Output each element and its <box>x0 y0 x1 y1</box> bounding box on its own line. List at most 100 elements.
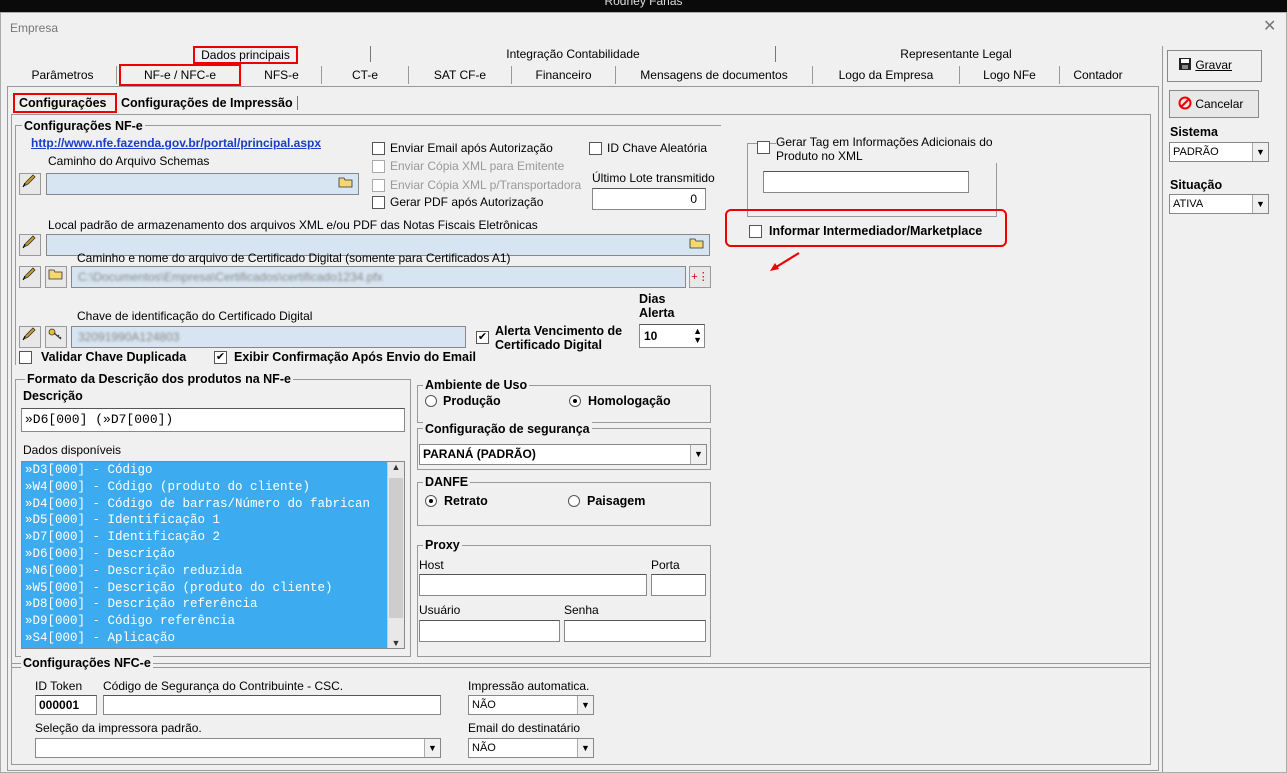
tab-financeiro[interactable]: Financeiro <box>512 66 616 84</box>
list-item[interactable]: »S4[000] - Aplicação <box>22 630 404 647</box>
intermediador-checkbox[interactable] <box>749 225 762 238</box>
usuario-input[interactable] <box>419 620 560 642</box>
list-item[interactable]: »D5[000] - Identificação 1 <box>22 512 404 529</box>
exibir-confirmacao-checkbox[interactable]: ✔ <box>214 351 227 364</box>
scroll-up-icon[interactable]: ▲ <box>388 462 404 472</box>
email-dest-value: NÃO <box>472 742 496 754</box>
list-item[interactable]: »D8[000] - Descrição referência <box>22 596 404 613</box>
dias-alerta-spinner[interactable]: 10 ▲ ▼ <box>639 324 705 348</box>
cert-select-icon[interactable]: +⋮ <box>689 266 711 288</box>
retrato-radio[interactable] <box>425 495 437 507</box>
open-cert-button[interactable] <box>45 266 67 288</box>
tab-sat-cfe[interactable]: SAT CF-e <box>409 66 512 84</box>
tab-nfse[interactable]: NFS-e <box>242 66 322 84</box>
descricao-input[interactable]: »D6[000] (»D7[000]) <box>21 408 405 432</box>
retrato-label: Retrato <box>444 494 488 508</box>
impressao-label: Impressão automatica. <box>468 679 590 693</box>
edit-schema-button[interactable] <box>19 173 41 195</box>
folder-icon[interactable] <box>335 175 357 193</box>
chevron-down-icon[interactable]: ▼ <box>1252 195 1268 213</box>
host-input[interactable] <box>419 574 647 596</box>
pencil-icon <box>22 174 36 188</box>
window-title: Empresa <box>10 21 59 35</box>
impressao-select[interactable]: NÃO ▼ <box>468 695 594 715</box>
chevron-down-icon[interactable]: ▼ <box>690 445 706 464</box>
id-token-input[interactable]: 000001 <box>35 695 97 715</box>
tab-integracao[interactable]: Integração Contabilidade <box>371 46 776 62</box>
key-input[interactable]: 32091990A124803 <box>71 326 466 348</box>
chevron-down-icon[interactable]: ▼ <box>577 739 593 757</box>
scroll-down-icon[interactable]: ▼ <box>388 638 404 648</box>
gravar-button[interactable]: Gravar <box>1167 50 1262 82</box>
paisagem-radio[interactable] <box>568 495 580 507</box>
list-scrollbar[interactable]: ▲ ▼ <box>387 462 404 648</box>
gerar-tag-input[interactable] <box>763 171 969 193</box>
schema-input[interactable] <box>46 173 359 195</box>
ultimo-lote-input[interactable]: 0 <box>592 188 706 210</box>
gerar-tag-checkbox[interactable] <box>757 141 770 154</box>
situacao-select[interactable]: ATIVA ▼ <box>1169 194 1269 214</box>
list-item[interactable]: »N6[000] - Descrição reduzida <box>22 563 404 580</box>
list-item[interactable]: »D9[000] - Código referência <box>22 613 404 630</box>
schema-link[interactable]: http://www.nfe.fazenda.gov.br/portal/pri… <box>31 136 321 150</box>
id-chave-checkbox[interactable] <box>589 142 602 155</box>
tab-logo-empresa[interactable]: Logo da Empresa <box>813 66 960 84</box>
dados-label: Dados disponíveis <box>23 443 122 457</box>
list-item[interactable]: »D7[000] - Identificação 2 <box>22 529 404 546</box>
gerar-pdf-checkbox[interactable] <box>372 196 385 209</box>
chevron-down-icon[interactable]: ▼ <box>1252 143 1268 161</box>
copy-transp-checkbox[interactable] <box>372 179 385 192</box>
producao-label: Produção <box>443 394 501 408</box>
intermediador-label: Informar Intermediador/Marketplace <box>769 224 983 238</box>
sistema-select[interactable]: PADRÃO ▼ <box>1169 142 1269 162</box>
list-item[interactable]: »W4[000] - Código (produto do cliente) <box>22 479 404 496</box>
sistema-value: PADRÃO <box>1173 146 1219 158</box>
folder-icon[interactable] <box>689 236 709 254</box>
producao-radio[interactable] <box>425 395 437 407</box>
tab-label: Dados principais <box>193 46 298 64</box>
tab-nfe-nfce[interactable]: NF-e / NFC-e <box>119 64 241 86</box>
email-autorizacao-checkbox[interactable] <box>372 142 385 155</box>
chevron-down-icon[interactable]: ▼ <box>577 696 593 714</box>
seguranca-select[interactable]: PARANÁ (PADRÃO) ▼ <box>419 444 707 465</box>
tab-parametros[interactable]: Parâmetros <box>9 66 117 84</box>
edit-cert-button[interactable] <box>19 266 41 288</box>
key-icon[interactable] <box>45 326 67 348</box>
close-icon[interactable]: ✕ <box>1263 16 1276 36</box>
edit-key-button[interactable] <box>19 326 41 348</box>
porta-input[interactable] <box>651 574 706 596</box>
list-item[interactable]: »D6[000] - Descrição <box>22 546 404 563</box>
dados-listbox[interactable]: »D3[000] - Código »W4[000] - Código (pro… <box>21 461 405 649</box>
tab-logo-nfe[interactable]: Logo NFe <box>960 66 1060 84</box>
impressora-select[interactable]: ▼ <box>35 738 441 758</box>
copy-transp-label: Enviar Cópia XML p/Transportadora <box>390 178 582 192</box>
homologacao-radio[interactable] <box>569 395 581 407</box>
senha-label: Senha <box>564 603 599 617</box>
subtab-impressao[interactable]: Configurações de Impressão <box>121 96 298 110</box>
side-divider <box>1162 46 1163 772</box>
scroll-thumb[interactable] <box>389 478 403 618</box>
validar-chave-checkbox[interactable] <box>19 351 32 364</box>
chevron-down-icon[interactable]: ▼ <box>424 739 440 757</box>
cancelar-button[interactable]: Cancelar <box>1169 90 1259 118</box>
edit-xml-button[interactable] <box>19 234 41 256</box>
subtab-configuracoes[interactable]: Configurações <box>13 93 117 113</box>
csc-input[interactable] <box>103 695 441 715</box>
list-item[interactable]: »D3[000] - Código <box>22 462 404 479</box>
copy-emitente-checkbox[interactable] <box>372 160 385 173</box>
dias-alerta-label: Dias Alerta <box>639 292 675 320</box>
tab-dados-principais[interactable]: Dados principais <box>121 46 371 64</box>
tab-representante[interactable]: Representante Legal <box>776 46 1136 62</box>
spinner-arrows-icon[interactable]: ▲ ▼ <box>693 327 702 345</box>
email-dest-select[interactable]: NÃO ▼ <box>468 738 594 758</box>
list-item[interactable]: »W5[000] - Descrição (produto do cliente… <box>22 580 404 597</box>
tab-mensagens[interactable]: Mensagens de documentos <box>616 66 813 84</box>
alerta-checkbox[interactable]: ✔ <box>476 331 489 344</box>
senha-input[interactable] <box>564 620 706 642</box>
validar-chave-label: Validar Chave Duplicada <box>41 350 187 364</box>
list-item[interactable]: »D4[000] - Código de barras/Número do fa… <box>22 496 404 513</box>
tab-contador[interactable]: Contador <box>1060 66 1136 84</box>
tab-cte[interactable]: CT-e <box>322 66 409 84</box>
folder-icon <box>48 269 63 280</box>
cert-input[interactable]: C:\Documentos\Empresa\Certificados\certi… <box>71 266 686 288</box>
